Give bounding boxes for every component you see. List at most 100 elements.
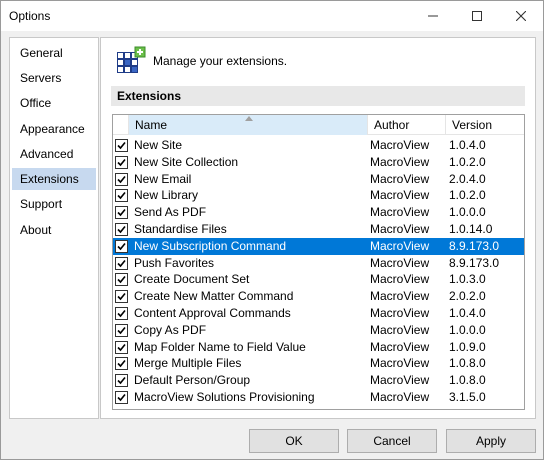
ok-button[interactable]: OK (249, 429, 339, 453)
extension-version: 1.0.2.0 (449, 188, 486, 203)
table-row[interactable]: New Site MacroView 1.0.4.0 (113, 137, 524, 154)
table-row[interactable]: Copy As PDF MacroView 1.0.0.0 (113, 322, 524, 339)
nav-item-office[interactable]: Office (12, 92, 96, 114)
cancel-button[interactable]: Cancel (347, 429, 437, 453)
options-dialog: Options General Servers Office Appearanc… (0, 0, 544, 460)
extension-author: MacroView (370, 322, 430, 337)
extension-author: MacroView (370, 339, 430, 354)
column-header-label: Version (452, 118, 493, 132)
nav-item-general[interactable]: General (12, 42, 96, 64)
extension-author: MacroView (370, 289, 430, 304)
extension-author: MacroView (370, 272, 430, 287)
checkmark-icon (117, 377, 126, 385)
nav-item-label: General (20, 46, 63, 60)
table-row[interactable]: Content Approval Commands MacroView 1.0.4.… (113, 305, 524, 322)
extension-version: 2.0.4.0 (449, 171, 486, 186)
nav-item-about[interactable]: About (12, 219, 96, 241)
table-row[interactable]: Create Document Set MacroView 1.0.3.0 (113, 271, 524, 288)
column-header-author[interactable]: Author (368, 115, 446, 135)
table-row[interactable]: Merge Multiple Files MacroView 1.0.8.0 (113, 355, 524, 372)
nav-item-label: About (20, 223, 52, 237)
enabled-checkbox[interactable] (115, 223, 128, 236)
enabled-checkbox[interactable] (115, 391, 128, 404)
enabled-checkbox[interactable] (115, 340, 128, 354)
nav-item-label: Support (20, 197, 63, 211)
minimize-button[interactable] (411, 1, 455, 31)
enabled-checkbox[interactable] (115, 256, 128, 270)
extension-version: 1.0.8.0 (449, 373, 486, 388)
nav-item-extensions[interactable]: Extensions (12, 168, 96, 190)
extension-author: MacroView (370, 238, 430, 253)
extension-author: MacroView (370, 390, 430, 404)
enabled-checkbox[interactable] (115, 139, 128, 152)
nav-item-support[interactable]: Support (12, 193, 96, 215)
enabled-checkbox[interactable] (115, 273, 128, 287)
enabled-checkbox[interactable] (115, 189, 128, 203)
table-row[interactable]: Send As PDF MacroView 1.0.0.0 (113, 204, 524, 221)
enabled-checkbox[interactable] (115, 155, 128, 169)
checkmark-icon (117, 209, 126, 217)
extension-author: MacroView (370, 222, 430, 236)
extension-name: Merge Multiple Files (134, 356, 242, 371)
apply-button[interactable]: Apply (446, 429, 536, 453)
enabled-checkbox[interactable] (115, 357, 128, 371)
extension-version: 1.0.3.0 (449, 272, 486, 287)
table-row[interactable]: New Subscription Command MacroView 8.9.173… (113, 237, 524, 255)
nav-item-appearance[interactable]: Appearance (12, 118, 96, 140)
extension-version: 1.0.9.0 (449, 339, 486, 354)
extension-author: MacroView (370, 154, 430, 169)
column-header-name[interactable]: Name (129, 115, 368, 135)
table-row[interactable]: New Email MacroView 2.0.4.0 (113, 171, 524, 188)
extension-author: MacroView (370, 373, 430, 388)
close-button[interactable] (499, 1, 543, 31)
checkmark-icon (117, 293, 126, 301)
table-row[interactable]: Create New Matter Command MacroView 2.0.2.… (113, 288, 524, 305)
title-bar[interactable]: Options (1, 1, 543, 31)
checkmark-icon (117, 192, 126, 200)
checkmark-icon (117, 309, 126, 318)
extensions-table[interactable]: Name Author Version New Site MacroView 1.0… (112, 114, 525, 410)
extension-name: Create Document Set (134, 272, 250, 287)
table-row[interactable]: New Library MacroView 1.0.2.0 (113, 187, 524, 204)
enabled-checkbox[interactable] (115, 307, 128, 320)
table-row[interactable]: New Site Collection MacroView 1.0.2.0 (113, 154, 524, 171)
table-header: Name Author Version (113, 115, 524, 135)
enabled-checkbox[interactable] (115, 206, 128, 220)
extension-version: 3.1.5.0 (449, 390, 486, 404)
maximize-button[interactable] (455, 1, 499, 31)
enabled-checkbox[interactable] (115, 290, 128, 304)
enabled-checkbox[interactable] (115, 323, 128, 337)
nav-item-label: Advanced (20, 147, 74, 161)
section-title: Extensions (117, 89, 182, 103)
column-header-checkbox[interactable] (113, 115, 129, 135)
nav-item-advanced[interactable]: Advanced (12, 143, 96, 165)
table-row[interactable]: Map Folder Name to Field Value MacroView 1… (113, 339, 524, 356)
extension-name: New Site (134, 138, 183, 152)
table-row[interactable]: Default Person/Group MacroView 1.0.8.0 (113, 372, 524, 389)
enabled-checkbox[interactable] (115, 172, 128, 186)
close-icon (516, 11, 526, 21)
table-row[interactable]: Standardise Files MacroView 1.0.14.0 (113, 221, 524, 238)
extension-name: Default Person/Group (134, 373, 251, 388)
column-header-label: Name (135, 118, 168, 132)
checkmark-icon (117, 360, 126, 368)
column-header-version[interactable]: Version (446, 115, 524, 135)
extension-name: Map Folder Name to Field Value (134, 339, 306, 354)
extension-version: 1.0.4.0 (449, 138, 486, 152)
checkmark-icon (117, 259, 126, 267)
extension-version: 1.0.2.0 (449, 154, 486, 169)
enabled-checkbox[interactable] (115, 374, 128, 388)
panel-description: Manage your extensions. (153, 54, 288, 68)
category-list: General Servers Office Appearance Advanc… (9, 37, 99, 419)
extensions-grid-icon (117, 46, 146, 73)
table-row[interactable]: Push Favorites MacroView 8.9.173.0 (113, 255, 524, 272)
enabled-checkbox[interactable] (115, 239, 128, 253)
checkmark-icon (117, 225, 126, 234)
checkmark-icon (117, 343, 126, 351)
nav-item-servers[interactable]: Servers (12, 67, 96, 89)
nav-item-label: Appearance (20, 122, 85, 136)
table-row[interactable]: MacroView Solutions Provisioning MacroVie… (113, 389, 524, 406)
checkmark-icon (117, 175, 126, 183)
nav-item-label: Extensions (20, 172, 79, 186)
extension-version: 2.0.2.0 (449, 289, 486, 304)
